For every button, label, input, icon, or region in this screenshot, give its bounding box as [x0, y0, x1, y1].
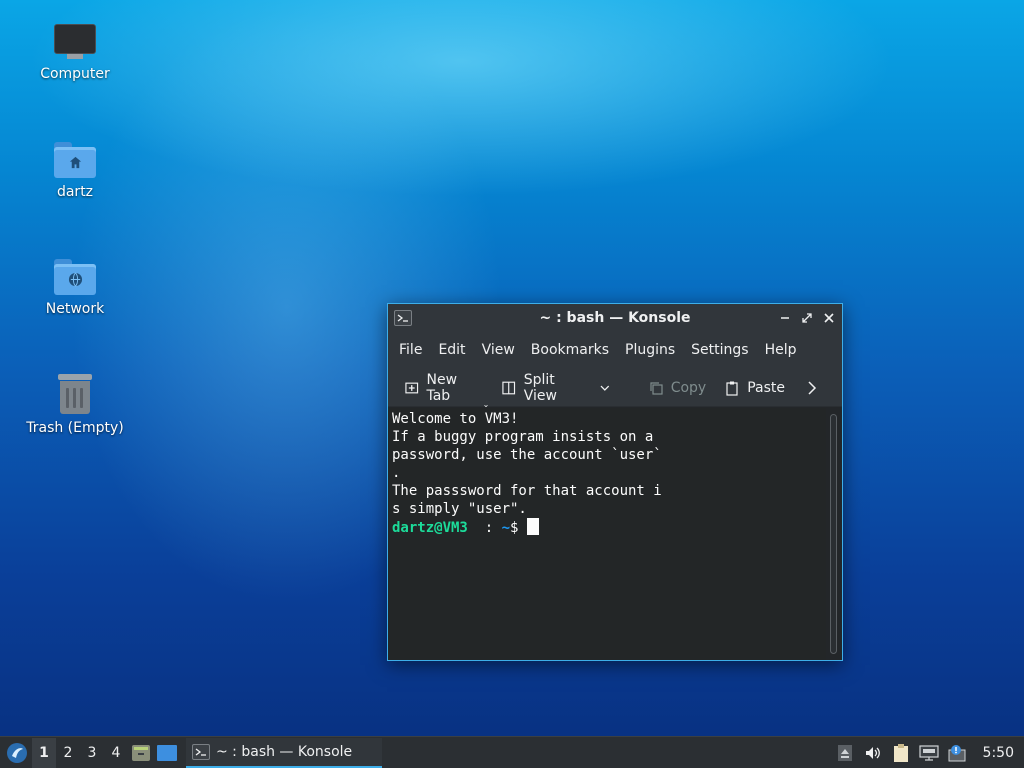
prompt-separator: :	[467, 520, 502, 536]
desktop-icon-label: Trash (Empty)	[26, 420, 124, 436]
task-label: ~ : bash — Konsole	[216, 743, 353, 760]
desktop-icon-computer[interactable]: Computer	[20, 24, 130, 82]
volume-icon[interactable]	[863, 743, 883, 763]
menu-file[interactable]: File	[394, 342, 433, 358]
paste-label: Paste	[747, 379, 785, 396]
copy-icon	[650, 381, 663, 395]
prompt-path: ~	[501, 520, 511, 536]
menu-view[interactable]: View	[477, 342, 526, 358]
terminal-prompt: dartz@VM3 : ~$	[392, 518, 822, 537]
show-desktop-icon	[157, 744, 177, 761]
desktop-1[interactable]: 1	[32, 737, 56, 768]
notification-icon[interactable]	[947, 743, 967, 763]
konsole-window: ~ : bash — Konsole File Edit View Bookma…	[387, 303, 843, 661]
desktop-icon-home[interactable]: dartz	[20, 142, 130, 200]
desktop-icon-network[interactable]: Network	[20, 259, 130, 317]
network-folder-icon	[54, 259, 96, 295]
menu-help[interactable]: Help	[760, 342, 808, 358]
maximize-icon[interactable]	[800, 311, 814, 325]
task-konsole[interactable]: ~ : bash — Konsole	[186, 737, 382, 768]
new-tab-button[interactable]: New Tab ⌄	[404, 371, 489, 409]
terminal-output[interactable]: Welcome to VM3! If a buggy program insis…	[388, 408, 826, 660]
file-manager-launcher[interactable]	[128, 738, 154, 768]
toolbar: New Tab ⌄ Split View Copy Paste	[388, 369, 842, 409]
network-icon[interactable]	[918, 743, 939, 763]
konsole-icon	[394, 309, 412, 326]
terminal-line: Welcome to VM3!	[392, 411, 519, 427]
home-folder-icon	[54, 142, 96, 178]
new-tab-label: New Tab	[426, 371, 458, 404]
desktop-icon-label: dartz	[56, 184, 94, 200]
menubar: File Edit View Bookmarks Plugins Setting…	[388, 331, 842, 369]
clipboard-icon[interactable]	[891, 743, 911, 763]
system-tray: 5:50	[835, 743, 1024, 763]
terminal-scrollbar[interactable]	[830, 414, 837, 654]
desktop-icon-label: Computer	[40, 66, 110, 82]
minimize-icon[interactable]	[778, 311, 792, 325]
chevron-down-icon	[600, 385, 610, 391]
copy-button[interactable]: Copy	[648, 379, 707, 396]
taskbar: 1 2 3 4 ~ : bash — Konsole 5:50	[0, 736, 1024, 768]
copy-label: Copy	[670, 379, 707, 396]
file-manager-icon	[132, 744, 150, 761]
toolbar-overflow-button[interactable]	[807, 380, 824, 395]
start-menu-button[interactable]	[2, 738, 32, 768]
split-view-label: Split View	[523, 371, 557, 404]
desktop-2[interactable]: 2	[56, 738, 80, 768]
prompt-end: $	[510, 520, 527, 536]
menu-edit[interactable]: Edit	[433, 342, 476, 358]
paste-button[interactable]: Paste	[724, 380, 785, 396]
terminal-line: s simply "user".	[392, 501, 527, 517]
eject-icon[interactable]	[835, 743, 855, 763]
window-title: ~ : bash — Konsole	[539, 309, 691, 326]
paste-icon	[726, 381, 738, 396]
terminal-line: .	[392, 465, 401, 481]
konsole-icon	[192, 743, 210, 760]
terminal-line: The passsword for that account i	[392, 483, 662, 499]
clock[interactable]: 5:50	[983, 745, 1014, 761]
desktop-3[interactable]: 3	[80, 738, 104, 768]
terminal-line: If a buggy program insists on a	[392, 429, 654, 445]
menu-settings[interactable]: Settings	[686, 342, 759, 358]
close-icon[interactable]	[822, 311, 836, 325]
desktop-4[interactable]: 4	[104, 738, 128, 768]
chevron-right-icon	[808, 380, 817, 395]
terminal-line: password, use the account `user`	[392, 447, 662, 463]
split-view-button[interactable]: Split View	[501, 371, 610, 404]
split-view-icon	[502, 381, 516, 394]
trash-icon	[58, 374, 92, 414]
computer-icon	[54, 24, 96, 60]
window-titlebar[interactable]: ~ : bash — Konsole	[388, 304, 842, 331]
prompt-user: dartz@VM3	[392, 520, 468, 536]
menu-plugins[interactable]: Plugins	[620, 342, 686, 358]
menu-bookmarks[interactable]: Bookmarks	[526, 342, 620, 358]
show-desktop-button[interactable]	[154, 738, 180, 768]
desktop-icon-label: Network	[45, 301, 105, 317]
start-menu-icon	[7, 742, 27, 763]
desktop-icon-trash[interactable]: Trash (Empty)	[20, 374, 130, 436]
new-tab-icon	[405, 382, 419, 393]
terminal-cursor	[526, 518, 539, 535]
